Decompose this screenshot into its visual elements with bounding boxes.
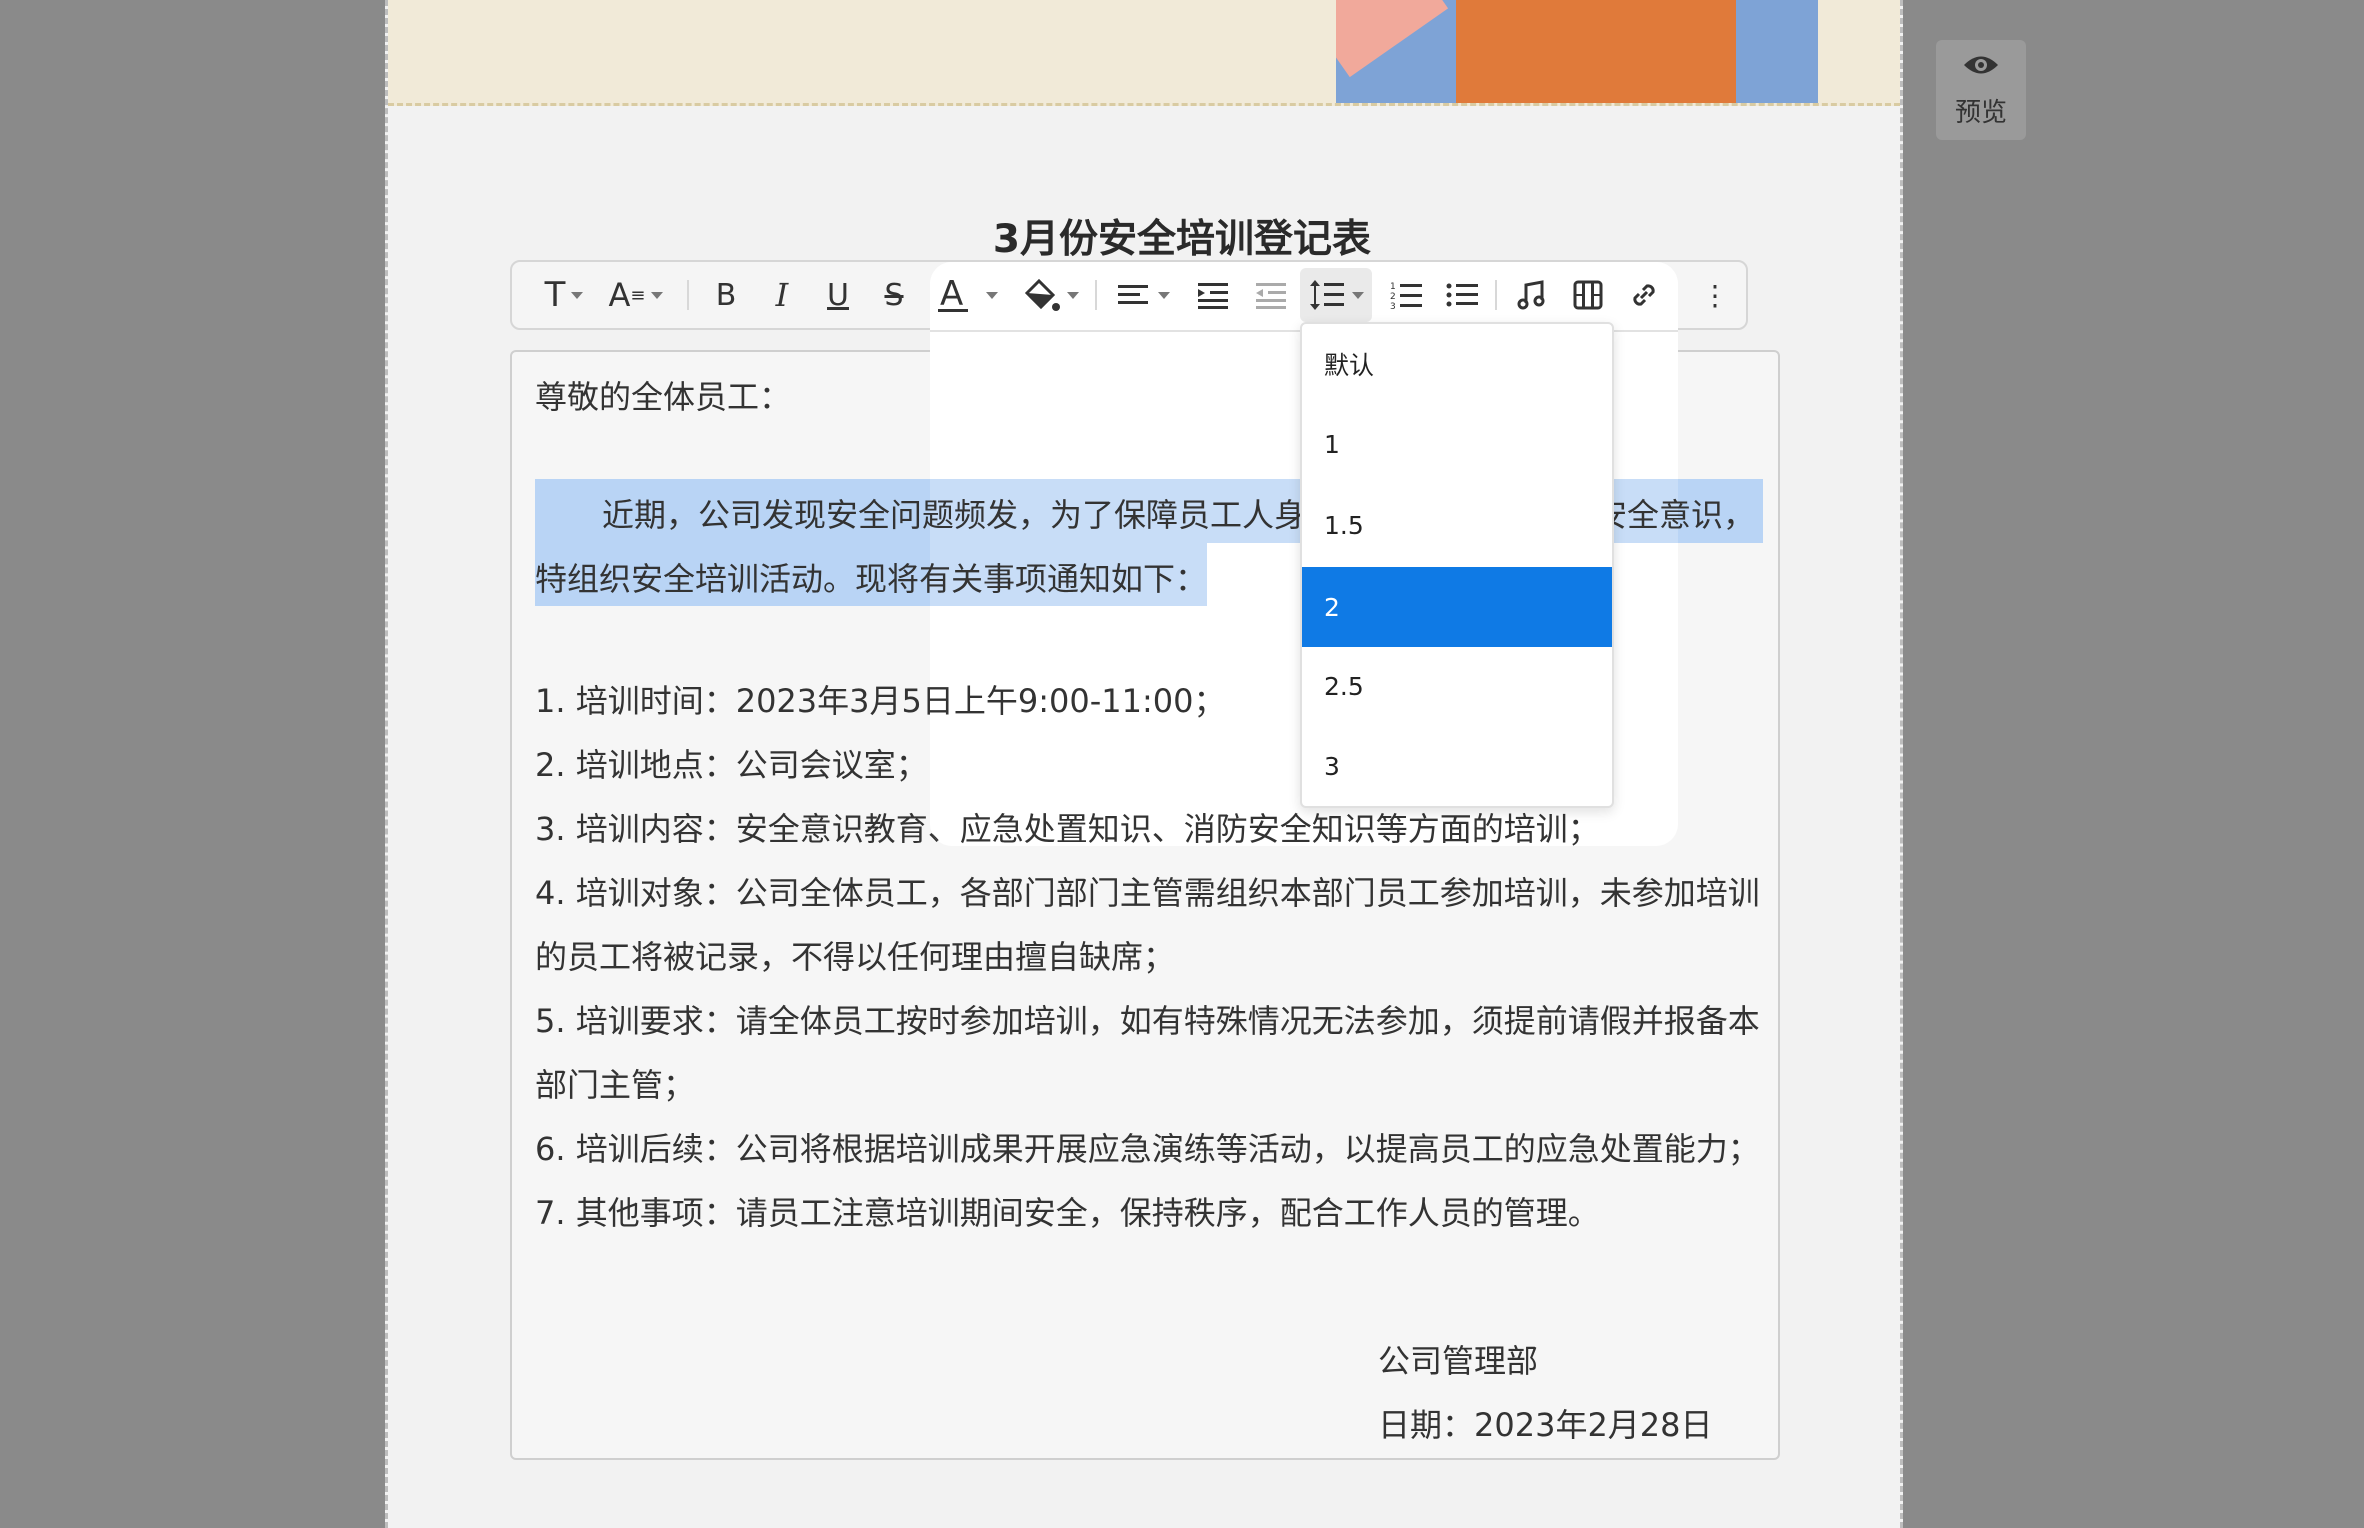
video-button[interactable] bbox=[1562, 262, 1614, 328]
font-color-button[interactable]: A bbox=[932, 262, 1002, 328]
align-button[interactable] bbox=[1108, 262, 1178, 328]
font-size-icon: A bbox=[608, 276, 631, 314]
list-item: 1. 培训时间：2023年3月5日上午9:00-11:00； bbox=[930, 682, 1226, 720]
bullet-list-icon bbox=[1446, 283, 1478, 307]
text-style-icon: T bbox=[544, 275, 566, 315]
font-size-button[interactable]: A ≡ bbox=[604, 262, 668, 328]
link-button[interactable] bbox=[1618, 262, 1670, 328]
svg-text:1: 1 bbox=[1390, 282, 1396, 292]
indent-icon bbox=[1198, 283, 1228, 309]
list-item: 3. 培训内容：安全意识教育、应急处置知识、消防安全知识等方面的培训； bbox=[930, 810, 1600, 846]
indent-button[interactable] bbox=[1188, 262, 1238, 328]
audio-button[interactable] bbox=[1506, 262, 1558, 328]
svg-text:A: A bbox=[940, 275, 963, 314]
more-button[interactable]: ⋮ bbox=[1690, 262, 1740, 328]
line-height-button[interactable] bbox=[1300, 268, 1372, 322]
bold-button[interactable]: B bbox=[702, 262, 750, 328]
link-icon bbox=[1633, 284, 1655, 306]
line-height-option-2[interactable]: 2 bbox=[1302, 567, 1612, 647]
paint-bucket-icon bbox=[1024, 278, 1060, 311]
text-style-button[interactable]: T bbox=[534, 262, 594, 328]
strikethrough-icon: S bbox=[884, 277, 904, 313]
underline-icon: U bbox=[827, 277, 849, 313]
line-height-dropdown: 默认 1 1.5 2 2.5 3 bbox=[1300, 322, 1614, 808]
bold-icon: B bbox=[715, 277, 737, 313]
line-height-option-3[interactable]: 3 bbox=[1302, 726, 1612, 806]
underline-button[interactable]: U bbox=[814, 262, 862, 328]
more-icon: ⋮ bbox=[1701, 278, 1729, 312]
line-height-icon bbox=[1310, 280, 1344, 310]
align-left-icon bbox=[1118, 285, 1148, 304]
strikethrough-button[interactable]: S bbox=[870, 262, 918, 328]
line-height-option-1[interactable]: 1 bbox=[1302, 404, 1612, 484]
eye-icon bbox=[1964, 56, 1998, 74]
line-height-option-1-5[interactable]: 1.5 bbox=[1302, 485, 1612, 565]
intro-text-line2: 特组织安全培训活动。现将有关事项通知如下： bbox=[930, 560, 1208, 598]
background-color-button[interactable] bbox=[1014, 262, 1086, 328]
music-note-icon bbox=[1517, 280, 1545, 310]
svg-text:2: 2 bbox=[1390, 292, 1396, 302]
line-height-option-default[interactable]: 默认 bbox=[1302, 324, 1612, 404]
ordered-list-icon: 123 bbox=[1390, 282, 1422, 310]
intro-text-a: 近期，公司发现安全问题频发，为了保障员工人身 bbox=[930, 496, 1307, 534]
italic-button[interactable]: I bbox=[758, 262, 806, 328]
outdent-icon bbox=[1256, 283, 1286, 309]
italic-icon: I bbox=[775, 276, 789, 314]
ordered-list-button[interactable]: 123 bbox=[1382, 262, 1432, 328]
bullet-list-button[interactable] bbox=[1438, 262, 1488, 328]
film-icon bbox=[1573, 280, 1603, 310]
outdent-button[interactable] bbox=[1246, 262, 1296, 328]
line-height-option-2-5[interactable]: 2.5 bbox=[1302, 646, 1612, 726]
preview-button[interactable]: 预览 bbox=[1936, 40, 2026, 140]
preview-label: 预览 bbox=[1954, 98, 2007, 128]
svg-text:3: 3 bbox=[1390, 302, 1396, 310]
font-color-icon: A bbox=[938, 275, 968, 314]
